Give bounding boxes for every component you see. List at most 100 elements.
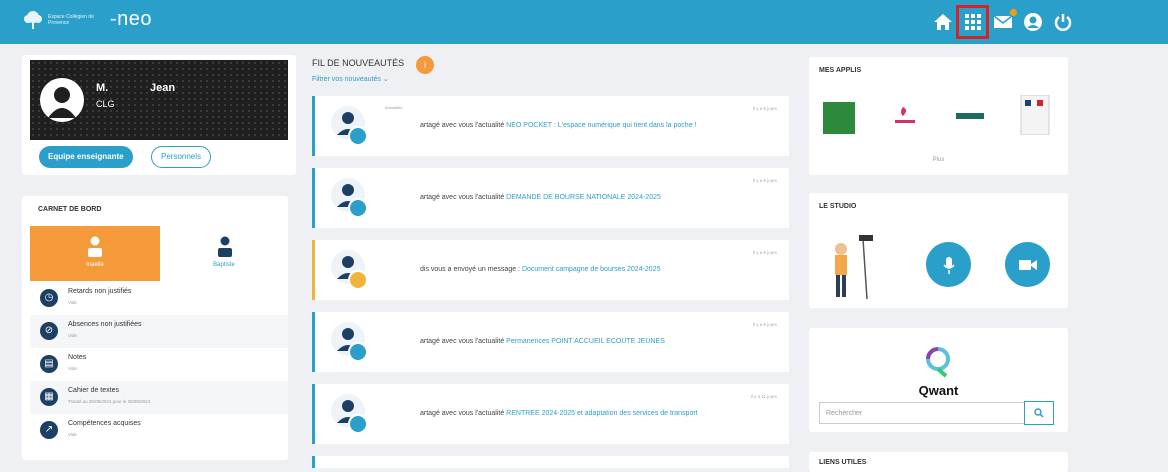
search-icon — [1034, 408, 1044, 418]
row-subtitle: Vide — [68, 300, 77, 305]
feed-category: Actualités — [385, 105, 403, 110]
header-actions — [928, 8, 1078, 36]
feed-text: dis vous a envoyé un message : Document … — [420, 266, 661, 273]
studio-card: LE STUDIO — [809, 193, 1068, 308]
feed-text: artagé avec vous l'actualité Permanences… — [420, 338, 665, 345]
profile-card: M. Jean CLG Equipe enseignante Personnel… — [22, 55, 296, 175]
app-green-icon[interactable] — [823, 102, 855, 134]
student-icon — [218, 236, 232, 257]
feed-text: artagé avec vous l'actualité NEO POCKET … — [420, 122, 697, 129]
feed-avatar-icon — [330, 249, 368, 290]
feed-link[interactable]: NEO POCKET : L'espace numérique qui tien… — [506, 122, 696, 129]
news-badge-icon — [348, 414, 368, 434]
mail-notification-dot — [1010, 9, 1017, 16]
book-icon: ▦ — [40, 388, 58, 406]
student-icon — [88, 236, 102, 257]
dashboard-title: CARNET DE BORD — [38, 206, 102, 213]
tree-logo-icon — [24, 10, 42, 29]
clock-icon: ◷ — [40, 289, 58, 307]
feed-item[interactable]: Il y a 6 jours artagé avec vous l'actual… — [312, 312, 789, 372]
feed-text: artagé avec vous l'actualité RENTREE 202… — [420, 410, 698, 417]
microphone-button[interactable] — [926, 242, 971, 287]
dashboard-card: CARNET DE BORD Inaelle Baptiste ◷ Retard… — [22, 196, 288, 460]
qwant-logo-icon — [926, 347, 950, 378]
team-button[interactable]: Equipe enseignante — [39, 146, 133, 168]
news-badge-icon — [348, 126, 368, 146]
app-pink-icon[interactable] — [889, 104, 921, 128]
dashboard-row-grades[interactable]: ▤ Notes Vide — [30, 348, 288, 381]
apps-card: MES APPLIS Plus — [809, 57, 1068, 175]
profile-first-name: M. — [96, 82, 109, 94]
feed-date: Il y a 11 jours — [750, 394, 777, 399]
apps-title: MES APPLIS — [819, 67, 862, 74]
feed-filter-dropdown[interactable]: Filtrer vos nouveautés ⌄ — [312, 75, 389, 83]
feed-date: Il y a 6 jours — [752, 250, 777, 255]
feed-title: FIL DE NOUVEAUTÉS — [312, 58, 405, 68]
qwant-logo-text: Qwant — [918, 383, 959, 398]
row-title: Absences non justifiées — [68, 321, 142, 328]
feed-avatar-icon — [330, 177, 368, 218]
dashboard-row-absences[interactable]: ⊘ Absences non justifiées Vide — [30, 315, 288, 348]
absence-icon: ⊘ — [40, 322, 58, 340]
user-profile-icon[interactable] — [1018, 8, 1048, 36]
feed-date: Il y a 5 jours — [752, 106, 777, 111]
microphone-icon — [942, 256, 955, 274]
row-title: Notes — [68, 354, 87, 361]
profile-banner: M. Jean CLG — [30, 60, 288, 140]
logo[interactable]: Espace Collégien de Provence -neo — [22, 8, 152, 31]
useful-links-title: LIENS UTILES — [819, 459, 867, 466]
feed-item[interactable]: Il y a 6 jours artagé avec vous l'actual… — [312, 168, 789, 228]
logo-subtitle: Espace Collégien de Provence — [48, 13, 94, 26]
studio-illustration — [835, 235, 873, 300]
dashboard-row-late[interactable]: ◷ Retards non justifiés Vide — [30, 282, 288, 315]
staff-button[interactable]: Personnels — [151, 146, 212, 168]
row-title: Cahier de textes — [68, 387, 119, 394]
app-republique-icon[interactable] — [1019, 95, 1051, 135]
message-badge-icon — [348, 270, 368, 290]
feed-date: Il y a 6 jours — [752, 178, 777, 183]
row-subtitle: Travail au 25/09/2024 pour le 26/09/2024 — [68, 399, 151, 404]
row-title: Compétences acquises — [68, 420, 141, 427]
chart-trend-icon: ↗ — [40, 421, 58, 439]
row-subtitle: Vide — [68, 333, 77, 338]
top-navbar: Espace Collégien de Provence -neo — [0, 0, 1168, 44]
apps-more-link[interactable]: Plus — [809, 157, 1068, 163]
avatar[interactable] — [40, 78, 84, 122]
news-badge-icon — [348, 342, 368, 362]
logo-name: -neo — [110, 8, 153, 30]
feed-info-badge[interactable]: i — [416, 56, 434, 74]
row-title: Retards non justifiés — [68, 288, 132, 295]
row-subtitle: Vide — [68, 366, 77, 371]
feed-avatar-icon — [330, 393, 368, 434]
feed-link[interactable]: RENTREE 2024-2025 et adaptation des serv… — [506, 410, 697, 417]
power-icon[interactable] — [1048, 8, 1078, 36]
tab-student-1[interactable]: Inaelle — [30, 226, 160, 281]
feed-link[interactable]: Document campagne de bourses 2024-2025 — [522, 266, 661, 273]
feed-item[interactable]: Il y a 11 jours artagé avec vous l'actua… — [312, 384, 789, 444]
profile-last-name: Jean — [150, 82, 176, 94]
dashboard-row-skills[interactable]: ↗ Compétences acquises Vide — [30, 414, 288, 447]
news-badge-icon — [348, 198, 368, 218]
feed-item[interactable]: Actualités Il y a 5 jours artagé avec vo… — [312, 96, 789, 156]
apps-highlight-box — [956, 5, 989, 39]
dashboard-row-homework[interactable]: ▦ Cahier de textes Travail au 25/09/2024… — [30, 381, 288, 414]
profile-class: CLG — [96, 99, 115, 109]
app-teal-icon[interactable] — [954, 104, 986, 128]
row-subtitle: Vide — [68, 432, 77, 437]
feed-avatar-icon — [330, 105, 368, 146]
tab-label: Inaelle — [86, 262, 104, 268]
video-button[interactable] — [1005, 242, 1050, 287]
feed-item[interactable]: Il y a 6 jours dis vous a envoyé un mess… — [312, 240, 789, 300]
useful-links-card: LIENS UTILES — [809, 452, 1068, 472]
qwant-card: Qwant Rechercher — [809, 328, 1068, 432]
grades-icon: ▤ — [40, 355, 58, 373]
search-input[interactable]: Rechercher — [819, 402, 1025, 424]
video-camera-icon — [1018, 259, 1037, 270]
feed-item[interactable] — [312, 456, 789, 468]
feed-link[interactable]: DEMANDE DE BOURSE NATIONALE 2024-2025 — [506, 194, 661, 201]
search-button[interactable] — [1024, 401, 1054, 425]
tab-student-2[interactable]: Baptiste — [160, 226, 288, 281]
home-icon[interactable] — [928, 8, 958, 36]
feed-avatar-icon — [330, 321, 368, 362]
feed-link[interactable]: Permanences POINT ACCUEIL ECOUTE JEUNES — [506, 338, 665, 345]
